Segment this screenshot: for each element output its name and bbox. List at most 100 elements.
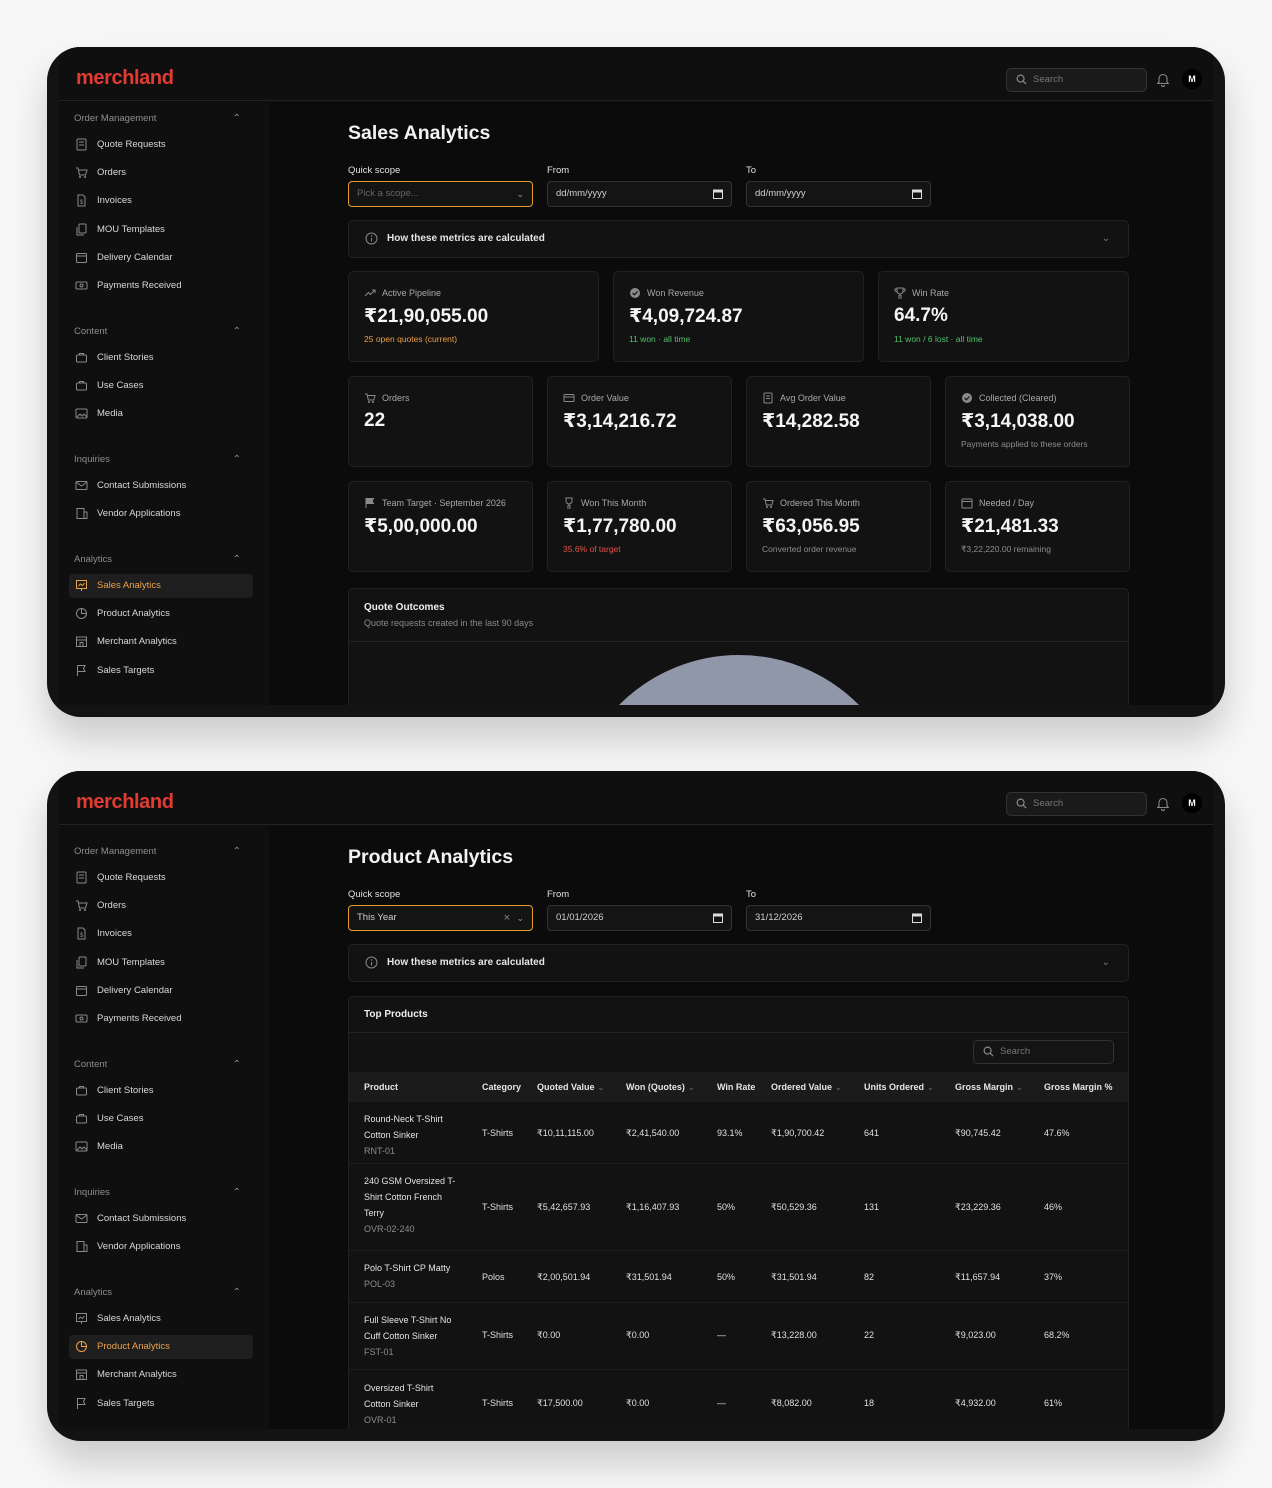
column-header-gross-margin-pct[interactable]: Gross Margin % xyxy=(1044,1072,1113,1102)
table-row[interactable]: Oversized T-Shirt Cotton Sinker OVR-01 T-S… xyxy=(349,1370,1128,1429)
pie-slice-0[interactable] xyxy=(569,653,909,705)
search-placeholder: Search xyxy=(1033,798,1064,809)
sidebar-item-delivery-calendar[interactable]: Delivery Calendar xyxy=(69,979,253,1003)
quick-scope-select[interactable]: Pick a scope... ⌄ xyxy=(348,181,533,207)
sidebar-item-label: Sales Targets xyxy=(97,665,155,676)
sidebar-item-merchant-analytics[interactable]: Merchant Analytics xyxy=(69,630,253,654)
collected-card: Collected (Cleared) ₹3,14,038.00 Payment… xyxy=(945,376,1130,467)
briefcase-icon xyxy=(76,353,87,363)
copy-icon xyxy=(76,956,87,969)
sidebar-item-invoices[interactable]: $ Invoices xyxy=(69,189,253,213)
table-row[interactable]: 240 GSM Oversized T- Shirt Cotton French T… xyxy=(349,1164,1128,1251)
brand-logo[interactable]: merchland xyxy=(76,67,174,90)
sidebar-item-product-analytics[interactable]: Product Analytics xyxy=(69,1335,253,1359)
card-label: Ordered This Month xyxy=(763,498,860,508)
sidebar-item-use-cases[interactable]: Use Cases xyxy=(69,1107,253,1131)
sidebar-item-vendor-applications[interactable]: Vendor Applications xyxy=(69,1235,253,1259)
sidebar-item-sales-targets[interactable]: Sales Targets xyxy=(69,659,253,683)
global-search-input[interactable]: Search xyxy=(1006,792,1147,816)
sidebar-item-media[interactable]: Media xyxy=(69,1135,253,1159)
sidebar-section-order-management[interactable]: Order Management ⌃ xyxy=(74,846,249,860)
sidebar-item-payments-received[interactable]: Payments Received xyxy=(69,274,253,298)
sidebar-item-contact-submissions[interactable]: Contact Submissions xyxy=(69,474,253,498)
to-date-input[interactable]: dd/mm/yyyy xyxy=(746,181,931,207)
sidebar-section-inquiries[interactable]: Inquiries ⌃ xyxy=(74,454,249,468)
column-header-units-ordered[interactable]: Units Ordered ⌄ xyxy=(864,1072,934,1103)
table-row[interactable]: Full Sleeve T-Shirt No Cuff Cotton Sinker… xyxy=(349,1303,1128,1370)
sidebar-item-payments-received[interactable]: Payments Received xyxy=(69,1007,253,1031)
column-header-gross-margin[interactable]: Gross Margin ⌄ xyxy=(955,1072,1023,1103)
sidebar-item-orders[interactable]: Orders xyxy=(69,894,253,918)
mail-icon xyxy=(75,1214,88,1223)
from-label: From xyxy=(547,165,570,176)
sidebar-item-vendor-applications[interactable]: Vendor Applications xyxy=(69,502,253,526)
column-header-ordered-value[interactable]: Ordered Value ⌄ xyxy=(771,1072,842,1103)
to-date-input[interactable]: 31/12/2026 xyxy=(746,905,931,931)
sidebar-item-quote-requests[interactable]: Quote Requests xyxy=(69,866,253,890)
from-date-input[interactable]: 01/01/2026 xyxy=(547,905,732,931)
user-avatar[interactable]: M xyxy=(1182,793,1202,813)
sidebar-section-analytics[interactable]: Analytics ⌃ xyxy=(74,554,249,568)
win-rate-card: Win Rate 64.7% 11 won / 6 lost · all tim… xyxy=(878,271,1129,362)
sidebar-section-order-management[interactable]: Order Management ⌃ xyxy=(74,113,249,127)
sidebar-item-sales-targets[interactable]: Sales Targets xyxy=(69,1392,253,1416)
table-row[interactable]: Polo T-Shirt CP Matty POL-03 Polos ₹2,00,… xyxy=(349,1251,1128,1303)
sidebar-item-sales-analytics[interactable]: Sales Analytics xyxy=(69,574,253,598)
card-label: Order Value xyxy=(563,393,629,403)
sidebar-section-inquiries[interactable]: Inquiries ⌃ xyxy=(74,1187,249,1201)
column-header-won-quotes[interactable]: Won (Quotes) ⌄ xyxy=(626,1072,695,1103)
calendar-icon[interactable] xyxy=(713,913,723,923)
table-header: Product Category Quoted Value ⌄ Won (Quot… xyxy=(349,1072,1128,1102)
win-rate-cell: 93.1% xyxy=(717,1128,743,1138)
sidebar-item-quote-requests[interactable]: Quote Requests xyxy=(69,133,253,157)
sidebar-item-mou-templates[interactable]: MOU Templates xyxy=(69,218,253,242)
sidebar-item-media[interactable]: Media xyxy=(69,402,253,426)
sidebar-item-sales-analytics[interactable]: Sales Analytics xyxy=(69,1307,253,1331)
sidebar-section-content[interactable]: Content ⌃ xyxy=(74,326,249,340)
sidebar-item-merchant-analytics[interactable]: Merchant Analytics xyxy=(69,1363,253,1387)
brand-logo[interactable]: merchland xyxy=(76,791,174,814)
global-search-input[interactable]: Search xyxy=(1006,68,1147,92)
bell-icon[interactable] xyxy=(1156,796,1170,811)
sidebar-item-invoices[interactable]: $ Invoices xyxy=(69,922,253,946)
chevron-up-icon: ⌃ xyxy=(232,113,241,124)
sidebar-section-content[interactable]: Content ⌃ xyxy=(74,1059,249,1073)
table-row[interactable]: Round-Neck T-Shirt Cotton Sinker RNT-01 T-… xyxy=(349,1102,1128,1164)
quote-outcomes-chart xyxy=(569,653,909,705)
briefcase-icon xyxy=(76,381,87,391)
won-revenue-card: Won Revenue ₹4,09,724.87 11 won · all ti… xyxy=(613,271,864,362)
sidebar-item-label: Product Analytics xyxy=(97,608,170,619)
sidebar-item-delivery-calendar[interactable]: Delivery Calendar xyxy=(69,246,253,270)
chevron-up-icon: ⌃ xyxy=(232,554,241,565)
calendar-icon[interactable] xyxy=(713,189,723,199)
sidebar-item-contact-submissions[interactable]: Contact Submissions xyxy=(69,1207,253,1231)
sidebar-item-product-analytics[interactable]: Product Analytics xyxy=(69,602,253,626)
clear-icon[interactable]: × xyxy=(504,906,510,930)
gross-margin-cell: ₹9,023.00 xyxy=(955,1330,996,1340)
column-header-win-rate[interactable]: Win Rate xyxy=(717,1072,755,1102)
table-search-input[interactable]: Search xyxy=(973,1040,1114,1064)
calendar-icon[interactable] xyxy=(912,913,922,923)
sales-analytics-window: merchland Search M Order Management ⌃ Quo… xyxy=(47,47,1225,717)
card-subtext: Converted order revenue xyxy=(762,544,857,554)
sidebar-section-analytics[interactable]: Analytics ⌃ xyxy=(74,1287,249,1301)
metrics-explanation-accordion[interactable]: How these metrics are calculated ⌄ xyxy=(348,220,1129,258)
from-date-input[interactable]: dd/mm/yyyy xyxy=(547,181,732,207)
product-name: Round-Neck T-Shirt Cotton Sinker RNT-01 xyxy=(364,1114,443,1156)
sidebar-item-orders[interactable]: Orders xyxy=(69,161,253,185)
metrics-explanation-accordion[interactable]: How these metrics are calculated ⌄ xyxy=(348,944,1129,982)
column-header-category[interactable]: Category xyxy=(482,1072,521,1102)
sidebar-item-use-cases[interactable]: Use Cases xyxy=(69,374,253,398)
sidebar-item-client-stories[interactable]: Client Stories xyxy=(69,346,253,370)
info-icon xyxy=(365,956,378,969)
calendar-icon[interactable] xyxy=(912,189,922,199)
quick-scope-select[interactable]: This Year × ⌄ xyxy=(348,905,533,931)
column-header-quoted-value[interactable]: Quoted Value ⌄ xyxy=(537,1072,604,1103)
column-header-product[interactable]: Product xyxy=(364,1072,398,1102)
bell-icon[interactable] xyxy=(1156,72,1170,87)
win-rate-cell: — xyxy=(717,1398,726,1408)
gross-margin-cell: ₹90,745.42 xyxy=(955,1128,1001,1138)
user-avatar[interactable]: M xyxy=(1182,69,1202,89)
sidebar-item-mou-templates[interactable]: MOU Templates xyxy=(69,951,253,975)
sidebar-item-client-stories[interactable]: Client Stories xyxy=(69,1079,253,1103)
